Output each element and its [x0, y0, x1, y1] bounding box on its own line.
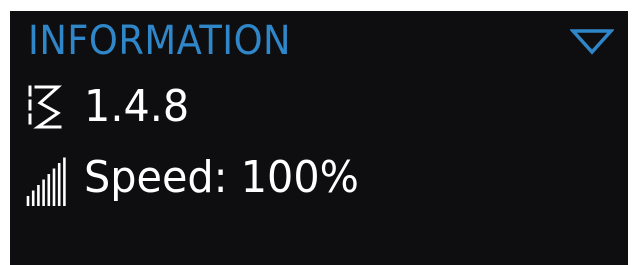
- collapse-toggle-button[interactable]: [569, 28, 615, 56]
- version-row: 1.4.8: [24, 79, 196, 135]
- speed-row: Speed: 100%: [24, 146, 377, 210]
- information-panel: INFORMATION 1.4.8 Speed: 100%: [10, 11, 628, 265]
- version-text: 1.4.8: [84, 81, 190, 132]
- triangle-down-icon: [569, 29, 615, 55]
- speed-text: Speed: 100%: [84, 152, 359, 203]
- panel-title: INFORMATION: [28, 18, 292, 64]
- version-icon: [24, 79, 72, 135]
- signal-bars-icon: [24, 150, 72, 206]
- panel-header: INFORMATION: [28, 15, 618, 67]
